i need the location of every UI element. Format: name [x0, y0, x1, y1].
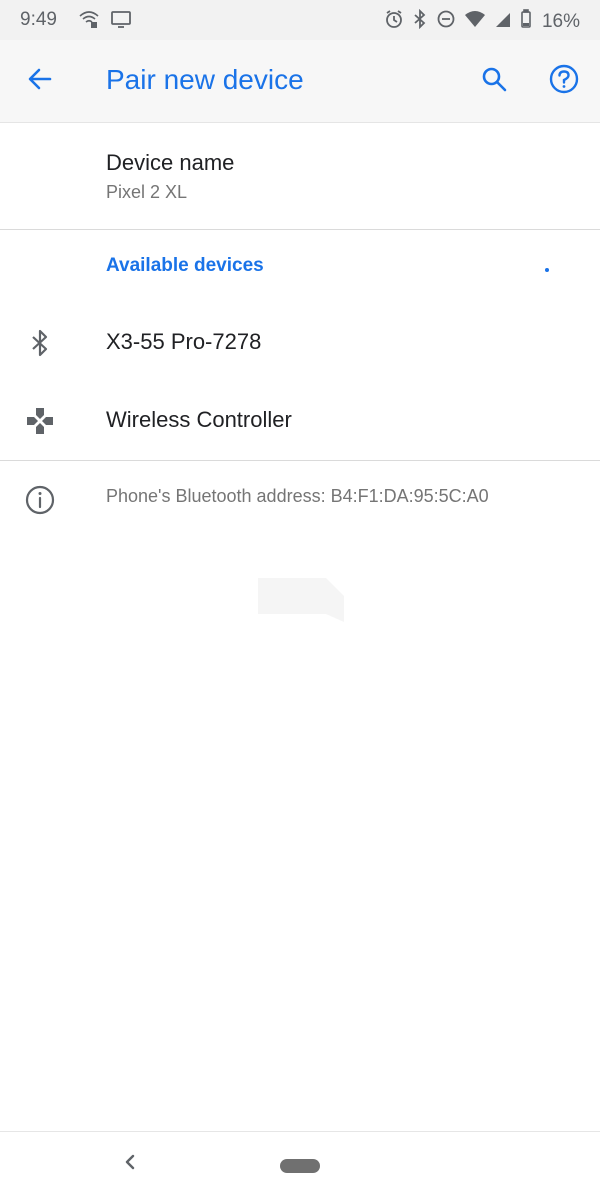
list-item-device-wireless-controller[interactable]: Wireless Controller	[0, 382, 600, 460]
nav-home-pill[interactable]	[280, 1159, 320, 1173]
status-left-icons	[78, 9, 132, 35]
cast-icon	[110, 9, 132, 35]
wifi-calling-icon	[78, 9, 100, 35]
bluetooth-address-row: Phone's Bluetooth address: B4:F1:DA:95:5…	[0, 470, 600, 530]
search-button[interactable]	[476, 63, 512, 99]
list-item-device-x3-55[interactable]: X3-55 Pro-7278	[0, 304, 600, 382]
search-icon	[480, 65, 508, 98]
scanning-progress-indicator	[545, 268, 549, 272]
divider	[0, 460, 600, 461]
nav-back-button[interactable]	[116, 1150, 144, 1178]
navigation-bar	[0, 1131, 600, 1201]
help-icon	[548, 63, 580, 100]
battery-icon	[520, 9, 532, 35]
status-right-icons: 16%	[384, 8, 580, 35]
status-time: 9:49	[20, 9, 57, 30]
cell-signal-icon	[494, 9, 512, 35]
divider	[0, 229, 600, 230]
status-bar: 9:49 16%	[0, 0, 600, 40]
app-bar: Pair new device	[0, 40, 600, 123]
info-icon	[22, 482, 58, 518]
watermark-logo	[256, 574, 346, 626]
battery-percent: 16%	[541, 11, 580, 32]
arrow-back-icon	[26, 65, 54, 98]
chevron-left-icon	[122, 1153, 138, 1176]
back-button[interactable]	[22, 63, 58, 99]
device-label: X3-55 Pro-7278	[106, 329, 262, 354]
do-not-disturb-icon	[436, 9, 456, 35]
bluetooth-icon	[22, 325, 58, 361]
page-title: Pair new device	[106, 64, 304, 95]
device-name-value: Pixel 2 XL	[106, 182, 188, 202]
wifi-icon	[464, 9, 486, 35]
bluetooth-icon	[412, 8, 428, 35]
device-name-title: Device name	[106, 150, 235, 175]
available-devices-header: Available devices	[106, 255, 264, 276]
gamepad-icon	[22, 403, 58, 439]
alarm-icon	[384, 9, 404, 35]
device-label: Wireless Controller	[106, 407, 292, 432]
bluetooth-address-text: Phone's Bluetooth address: B4:F1:DA:95:5…	[106, 486, 489, 506]
help-button[interactable]	[546, 63, 582, 99]
device-name-row[interactable]: Device name Pixel 2 XL	[0, 140, 600, 228]
